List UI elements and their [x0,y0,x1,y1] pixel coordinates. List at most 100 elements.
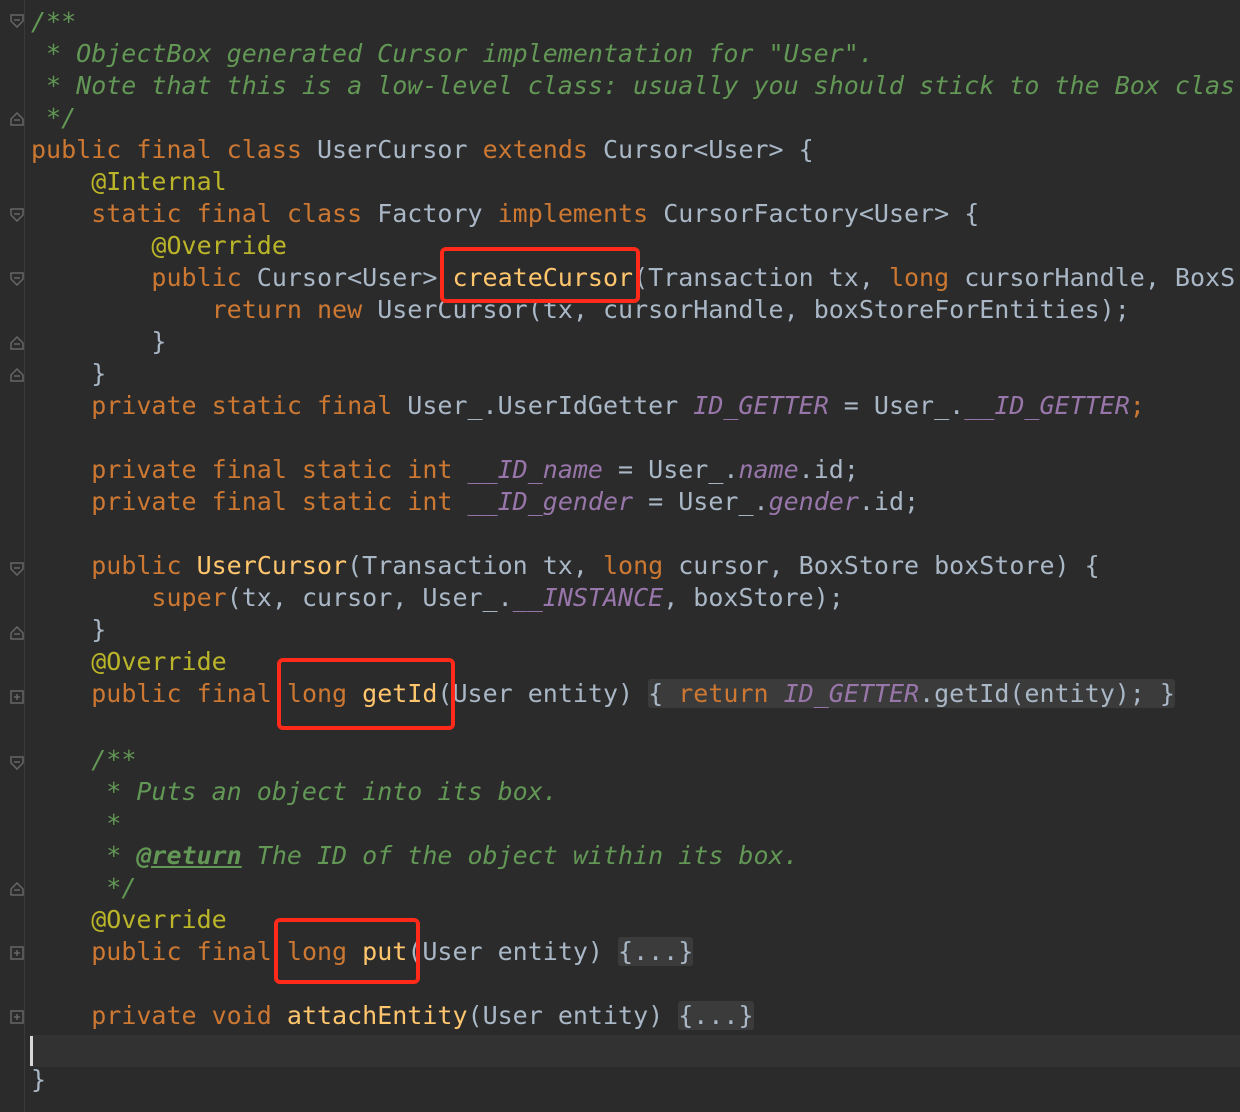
code-line[interactable]: private final static int __ID_name = Use… [31,454,859,486]
field: gender [768,487,859,516]
brace: } [151,327,167,356]
keyword: extends [482,135,603,164]
keyword: private final static int [91,487,468,516]
keyword: public [91,551,197,580]
type-ref: CursorFactory<User> { [663,199,980,228]
statement: , boxStore); [663,583,844,612]
highlight-box-getid [277,658,455,730]
params: (Transaction tx, [633,263,889,292]
fold-collapse-icon[interactable] [10,272,24,286]
keyword: public [151,263,257,292]
fold-end-icon[interactable] [10,626,24,640]
fold-collapse-icon[interactable] [10,562,24,576]
method-name-attachentity: attachEntity [286,1001,468,1030]
code-line[interactable]: public UserCursor(Transaction tx, long c… [31,550,1100,582]
code-line[interactable]: } [31,614,106,646]
params: cursor, BoxStore boxStore) { [678,551,1100,580]
keyword: public final [91,679,287,708]
code-line[interactable]: * Note that this is a low-level class: u… [31,70,1235,102]
code-line[interactable]: * @return The ID of the object within it… [31,840,799,872]
code-line[interactable]: * [31,808,121,840]
code-line[interactable]: } [31,1064,46,1096]
code-line[interactable]: private final static int __ID_gender = U… [31,486,919,518]
code-line[interactable]: static final class Factory implements Cu… [31,198,979,230]
field: __INSTANCE [512,583,664,612]
fold-end-icon[interactable] [10,368,24,382]
code-line[interactable]: private void attachEntity(User entity) {… [31,1000,754,1032]
params: cursorHandle, BoxS [964,263,1236,292]
doc-tag: @return [136,841,242,870]
statement: = User_. [633,487,769,516]
fold-end-icon[interactable] [10,112,24,126]
code-line[interactable]: public final long getId(User entity) { r… [31,678,1175,710]
fold-collapse-icon[interactable] [10,14,24,28]
fold-end-icon[interactable] [10,336,24,350]
code-line[interactable]: @Override [31,904,227,936]
field: __ID_gender [467,487,634,516]
fold-collapse-icon[interactable] [10,208,24,222]
brace: } [1144,679,1175,708]
keyword: public final class [31,135,317,164]
keyword: private static final [91,391,408,420]
field: __ID_GETTER [964,391,1130,420]
code-line[interactable]: */ [31,102,76,134]
brace: } [91,359,107,388]
keyword: long [888,263,965,292]
code-line[interactable]: super(tx, cursor, User_.__INSTANCE, boxS… [31,582,844,614]
doc-comment: * Puts an object into its box. [91,777,558,806]
fold-expand-icon[interactable] [10,690,24,704]
keyword: implements [497,199,664,228]
keyword: long [602,551,679,580]
highlight-box-createcursor [440,247,640,303]
annotation: @Override [151,231,287,260]
doc-comment: The ID of the object within its box. [241,841,799,870]
code-line[interactable]: @Override [31,230,287,262]
statement: .id; [858,487,920,516]
statement: .id; [798,455,859,484]
fold-expand-icon[interactable] [10,946,24,960]
code-line[interactable]: private static final User_.UserIdGetter … [31,390,1145,422]
params: (User entity) [407,937,619,966]
class-name: UserCursor [316,135,483,164]
keyword: return new [211,295,378,324]
code-line[interactable]: /** [31,6,76,38]
code-line[interactable] [31,422,91,454]
statement: .getId(entity); [919,679,1145,708]
code-line[interactable]: */ [31,872,136,904]
field: ID_GETTER [783,679,920,708]
code-line[interactable]: @Internal [31,166,227,198]
code-line[interactable]: @Override [31,646,226,678]
constructor-name: UserCursor [196,551,348,580]
keyword: private void [91,1001,287,1030]
keyword: return [678,679,784,708]
code-line[interactable]: * ObjectBox generated Cursor implementat… [31,38,874,70]
code-line[interactable]: } [31,358,106,390]
code-editor[interactable]: /** * ObjectBox generated Cursor impleme… [0,0,1240,1112]
doc-comment: */ [91,873,137,902]
folded-body[interactable]: { return ID_GETTER.getId(entity); } [648,679,1175,708]
folded-body[interactable]: {...} [618,937,694,966]
type-ref: Cursor<User> [256,263,453,292]
brace: } [31,1065,47,1094]
folded-body[interactable]: {...} [678,1001,754,1030]
annotation: @Override [91,905,227,934]
doc-comment: /** [91,745,137,774]
code-line[interactable]: /** [31,744,136,776]
fold-expand-icon[interactable] [10,1010,24,1024]
statement: = User_. [828,391,965,420]
annotation: @Internal [91,167,227,196]
code-line[interactable]: * Puts an object into its box. [31,776,558,808]
fold-end-icon[interactable] [10,882,24,896]
keyword: super [151,583,227,612]
keyword: private final static int [91,455,468,484]
params: (Transaction tx, [347,551,603,580]
fold-collapse-icon[interactable] [10,756,24,770]
type-ref: Cursor<User> { [602,135,814,164]
brace: { [648,679,679,708]
code-line[interactable]: } [31,326,166,358]
brace: } [91,615,107,644]
doc-comment: /** [31,7,77,36]
doc-comment: * [91,841,137,870]
params: (User entity) [467,1001,679,1030]
code-line[interactable]: public final class UserCursor extends Cu… [31,134,814,166]
